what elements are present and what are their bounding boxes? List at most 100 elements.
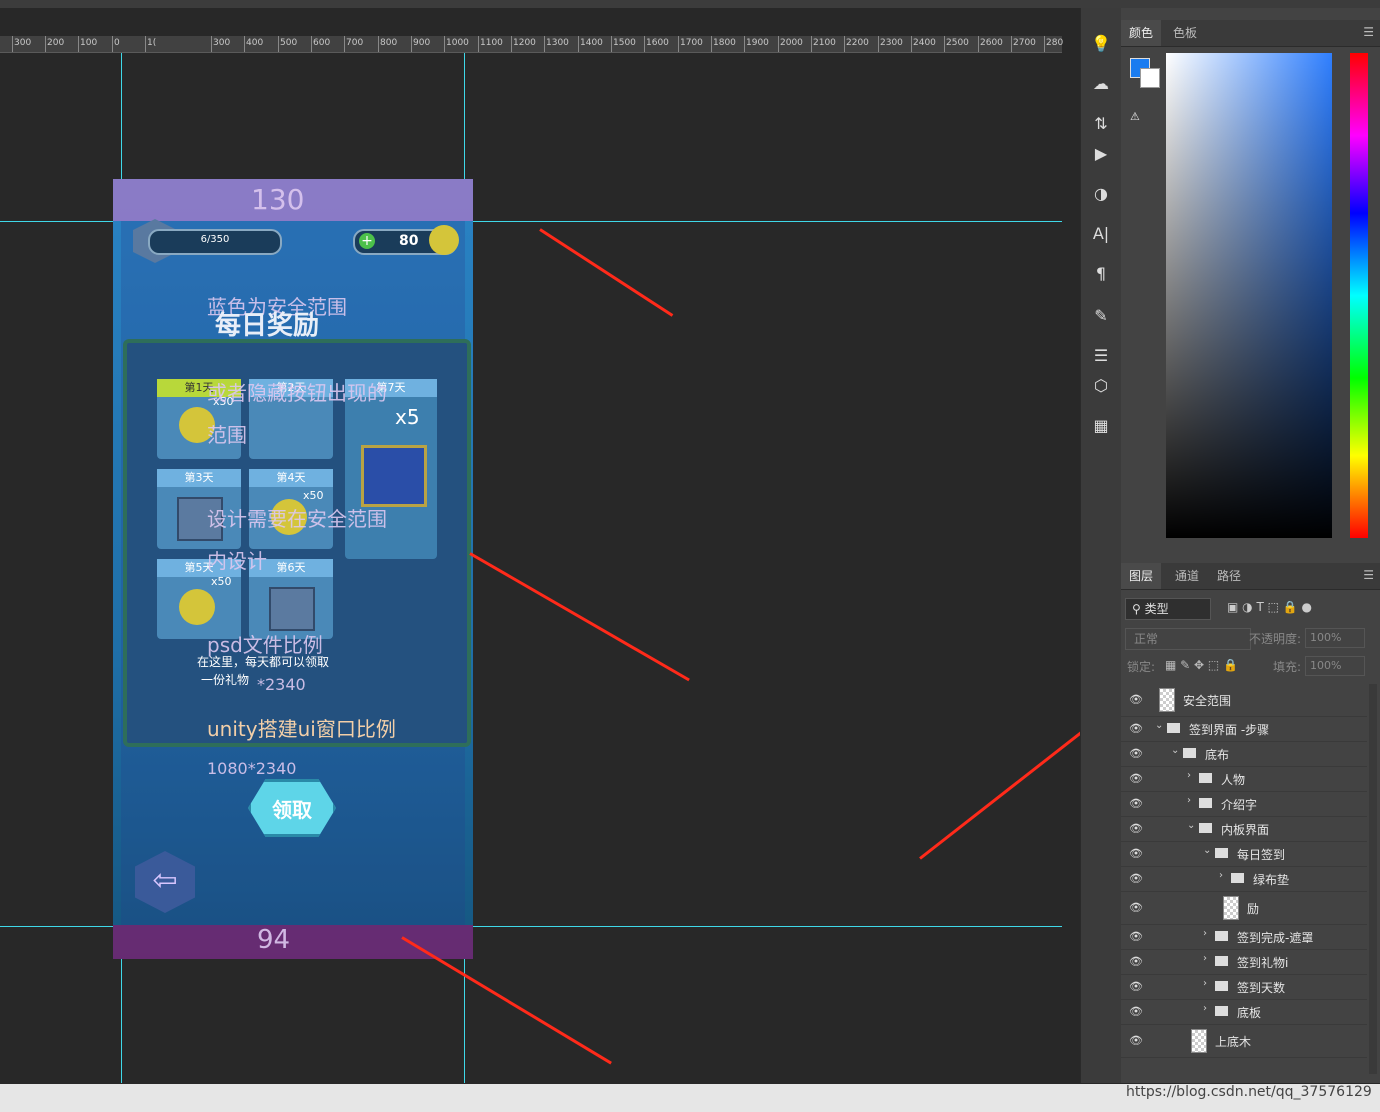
expand-chevron-icon[interactable]: ⌄ — [1187, 820, 1195, 831]
visibility-eye-icon[interactable]: 👁 — [1129, 823, 1143, 834]
ruler-label: 1600 — [646, 38, 669, 48]
ruler-tick — [544, 36, 545, 52]
visibility-eye-icon[interactable]: 👁 — [1129, 956, 1143, 967]
top-unsafe-area: 130 — [113, 179, 473, 221]
tab-channels[interactable]: 通道 — [1167, 563, 1207, 589]
claim-button[interactable]: 领取 — [248, 779, 336, 837]
visibility-eye-icon[interactable]: 👁 — [1129, 931, 1143, 942]
color-field[interactable] — [1166, 53, 1332, 538]
actions-icon[interactable]: ⇅ — [1089, 112, 1113, 136]
expand-chevron-icon[interactable]: ⌄ — [1155, 720, 1163, 731]
lightbulb-icon[interactable]: 💡 — [1089, 32, 1113, 56]
expand-chevron-icon[interactable]: › — [1219, 870, 1223, 881]
visibility-eye-icon[interactable]: 👁 — [1129, 1006, 1143, 1017]
layer-row[interactable]: 👁 › 绿布垫 — [1121, 867, 1367, 892]
note-range: 范围 — [207, 423, 247, 447]
background-swatch[interactable] — [1140, 68, 1160, 88]
day-card-big[interactable]: 第7天 x5 — [345, 379, 437, 559]
day-qty: x5 — [395, 405, 420, 429]
coin-pill: + 80 — [353, 225, 459, 255]
cloud-icon[interactable]: ☁ — [1089, 72, 1113, 96]
expand-chevron-icon[interactable]: › — [1203, 953, 1207, 964]
visibility-eye-icon[interactable]: 👁 — [1129, 798, 1143, 809]
panel-menu-icon[interactable]: ☰ — [1363, 568, 1374, 582]
folder-icon — [1215, 931, 1228, 941]
expand-chevron-icon[interactable]: ⌄ — [1171, 745, 1179, 756]
ruler-label: 2400 — [913, 38, 936, 48]
ruler-tick — [811, 36, 812, 52]
ruler-label: 1000 — [446, 38, 469, 48]
visibility-eye-icon[interactable]: 👁 — [1129, 1035, 1143, 1046]
ruler-tick — [145, 36, 146, 52]
ruler-label: 200 — [47, 38, 65, 48]
coin-icon — [429, 225, 459, 255]
expand-chevron-icon[interactable]: › — [1187, 795, 1191, 806]
brush-icon[interactable]: ✎ — [1089, 304, 1113, 328]
expand-chevron-icon[interactable]: › — [1203, 978, 1207, 989]
visibility-eye-icon[interactable]: 👁 — [1129, 773, 1143, 784]
layer-row[interactable]: 👁 ⌄ 内板界面 — [1121, 817, 1367, 842]
ruler-tick — [278, 36, 279, 52]
layer-thumbnail — [1223, 896, 1239, 920]
visibility-eye-icon[interactable]: 👁 — [1129, 748, 1143, 759]
visibility-eye-icon[interactable]: 👁 — [1129, 694, 1143, 705]
tab-paths[interactable]: 路径 — [1209, 563, 1249, 589]
opacity-field[interactable]: 100% — [1305, 628, 1365, 648]
properties-icon[interactable]: ☰ — [1089, 344, 1113, 368]
layer-row[interactable]: 👁 › 底板 — [1121, 1000, 1367, 1025]
ruler-label: 1( — [147, 38, 157, 48]
visibility-eye-icon[interactable]: 👁 — [1129, 873, 1143, 884]
play-icon[interactable]: ▶ — [1089, 142, 1113, 166]
layer-row[interactable]: 👁 励 — [1121, 892, 1367, 925]
expand-chevron-icon[interactable]: ⌄ — [1203, 845, 1211, 856]
adjust-icon[interactable]: ◑ — [1089, 182, 1113, 206]
panel-menu-icon[interactable]: ☰ — [1363, 25, 1374, 39]
ruler-label: 1100 — [480, 38, 503, 48]
filter-icons[interactable]: ▣ ◑ T ⬚ 🔒 ● — [1227, 600, 1312, 614]
ruler-label: 700 — [346, 38, 364, 48]
layer-row[interactable]: 👁 › 签到天数 — [1121, 975, 1367, 1000]
layer-row[interactable]: 👁 › 签到完成-遮罩 — [1121, 925, 1367, 950]
ruler-tick — [478, 36, 479, 52]
visibility-eye-icon[interactable]: 👁 — [1129, 723, 1143, 734]
folder-icon — [1167, 723, 1180, 733]
filter-kind-select[interactable]: ⚲ 类型 — [1125, 598, 1211, 620]
fill-field[interactable]: 100% — [1305, 656, 1365, 676]
layer-row[interactable]: 👁 ⌄ 签到界面 -步骤 — [1121, 717, 1367, 742]
expand-chevron-icon[interactable]: › — [1203, 1003, 1207, 1014]
expand-chevron-icon[interactable]: › — [1203, 928, 1207, 939]
layer-row[interactable]: 👁 ⌄ 底布 — [1121, 742, 1367, 767]
top-margin-label: 130 — [251, 183, 305, 216]
layer-row[interactable]: 👁 上底木 — [1121, 1025, 1367, 1058]
tab-swatches[interactable]: 色板 — [1165, 20, 1205, 46]
libraries-icon[interactable]: ▦ — [1089, 414, 1113, 438]
layer-row[interactable]: 👁 › 人物 — [1121, 767, 1367, 792]
layer-name: 介绍字 — [1221, 798, 1258, 812]
lock-icons[interactable]: ▦ ✎ ✥ ⬚ 🔒 — [1165, 658, 1238, 672]
3d-icon[interactable]: ⬡ — [1089, 374, 1113, 398]
layer-scrollbar[interactable] — [1369, 684, 1377, 1074]
layer-row[interactable]: 👁 安全范围 — [1121, 684, 1367, 717]
claim-label: 领取 — [272, 798, 312, 822]
layer-row[interactable]: 👁 ⌄ 每日签到 — [1121, 842, 1367, 867]
day-qty: x50 — [303, 489, 324, 502]
expand-chevron-icon[interactable]: › — [1187, 770, 1191, 781]
blend-mode-select[interactable]: 正常 — [1125, 628, 1251, 650]
panel-dock: 💡 ☁ ⇅ ▶ ◑ A| ¶ ✎ ☰ ⬡ ▦ — [1080, 8, 1121, 1083]
paragraph-icon[interactable]: ¶ — [1089, 262, 1113, 286]
layer-row[interactable]: 👁 › 介绍字 — [1121, 792, 1367, 817]
character-icon[interactable]: A| — [1089, 222, 1113, 246]
ruler-tick — [711, 36, 712, 52]
layer-row[interactable]: 👁 › 签到礼物i — [1121, 950, 1367, 975]
layer-list[interactable]: 👁 安全范围 👁 ⌄ 签到界面 -步骤 👁 ⌄ 底布 👁 › 人物 👁 › 介绍字 👁 ⌄ 内板界面 👁 ⌄ 每日签到… — [1121, 684, 1367, 1083]
visibility-eye-icon[interactable]: 👁 — [1129, 902, 1143, 913]
visibility-eye-icon[interactable]: 👁 — [1129, 981, 1143, 992]
tab-color[interactable]: 颜色 — [1121, 20, 1162, 46]
progress-pill: 6/350 — [148, 229, 282, 255]
plus-icon[interactable]: + — [359, 233, 375, 249]
tab-layers[interactable]: 图层 — [1121, 563, 1162, 589]
hue-slider[interactable] — [1350, 53, 1368, 538]
visibility-eye-icon[interactable]: 👁 — [1129, 848, 1143, 859]
layer-name: 签到礼物i — [1237, 956, 1289, 970]
folder-icon — [1231, 873, 1244, 883]
